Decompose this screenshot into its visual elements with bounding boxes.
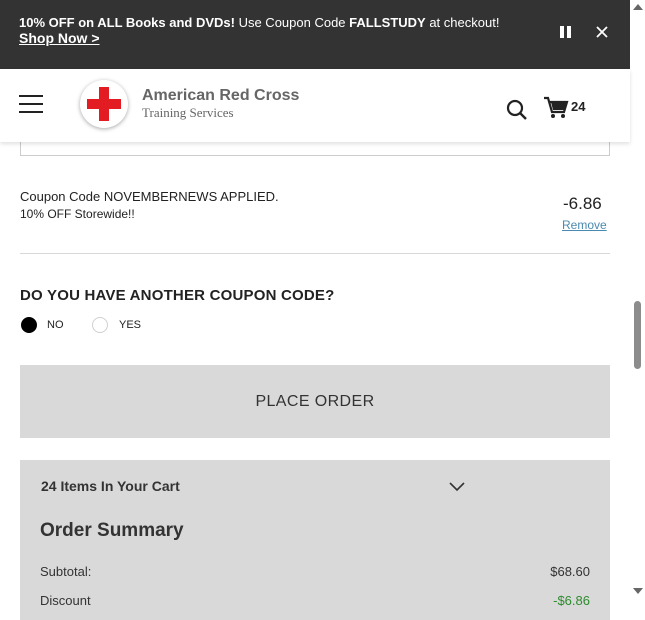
cart-items-toggle[interactable]: 24 Items In Your Cart	[41, 478, 180, 494]
shop-now-link[interactable]: Shop Now >	[19, 30, 100, 46]
hamburger-menu-icon[interactable]	[19, 95, 43, 113]
radio-no[interactable]	[21, 317, 37, 333]
pause-icon[interactable]	[560, 26, 571, 38]
chevron-down-icon[interactable]	[448, 481, 466, 493]
cart-count-badge[interactable]: 24	[571, 99, 585, 114]
red-cross-logo[interactable]	[80, 80, 128, 128]
promo-end-text: at checkout!	[425, 15, 500, 30]
search-icon[interactable]	[506, 99, 528, 121]
radio-yes[interactable]	[92, 317, 108, 333]
order-summary-title: Order Summary	[40, 520, 184, 541]
site-header: American Red Cross Training Services 24	[0, 69, 630, 142]
place-order-button[interactable]: PLACE ORDER	[20, 365, 610, 438]
promo-text: 10% OFF on ALL Books and DVDs! Use Coupo…	[19, 15, 499, 30]
promo-mid-text: Use Coupon Code	[234, 15, 350, 30]
discount-value: -$6.86	[553, 593, 590, 608]
logo-title: American Red Cross	[142, 87, 300, 104]
scroll-up-arrow-icon[interactable]	[633, 4, 643, 10]
page-scrollbar[interactable]	[630, 0, 645, 599]
divider	[20, 253, 610, 254]
order-summary-panel: 24 Items In Your Cart Order Summary Subt…	[20, 460, 610, 620]
scrollbar-thumb[interactable]	[634, 301, 641, 369]
logo-subtitle: Training Services	[142, 105, 234, 120]
promo-headline: 10% OFF on ALL Books and DVDs!	[19, 15, 235, 30]
close-icon[interactable]	[594, 24, 610, 40]
promo-coupon-code: FALLSTUDY	[349, 15, 426, 30]
applied-coupon-description: 10% OFF Storewide!!	[20, 207, 135, 221]
subtotal-label: Subtotal:	[40, 564, 92, 579]
cart-icon[interactable]	[543, 96, 569, 120]
coupon-discount-amount: -6.86	[563, 194, 602, 213]
subtotal-value: $68.60	[550, 564, 590, 579]
promo-banner: 10% OFF on ALL Books and DVDs! Use Coupo…	[0, 0, 630, 69]
radio-yes-label[interactable]: YES	[119, 319, 141, 331]
another-coupon-question: DO YOU HAVE ANOTHER COUPON CODE?	[20, 287, 335, 304]
applied-coupon-title: Coupon Code NOVEMBERNEWS APPLIED.	[20, 189, 279, 204]
red-cross-icon	[87, 87, 121, 121]
discount-label: Discount	[40, 593, 91, 608]
scroll-down-arrow-icon[interactable]	[633, 588, 643, 594]
radio-no-label[interactable]: NO	[47, 319, 64, 331]
remove-coupon-link[interactable]: Remove	[562, 218, 607, 232]
